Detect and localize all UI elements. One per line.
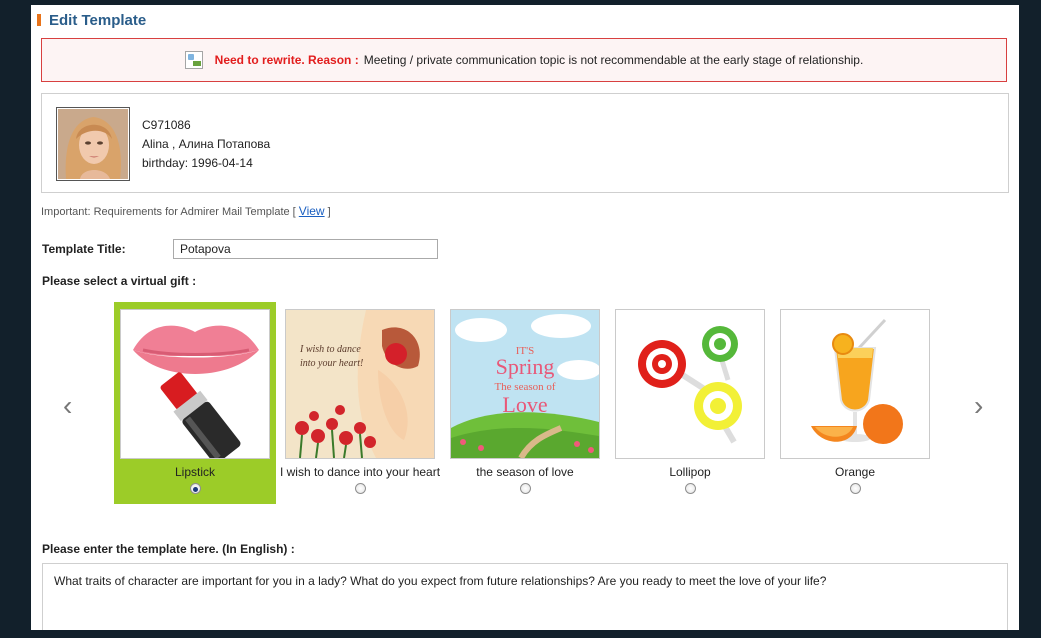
- gift-label: the season of love: [444, 464, 606, 496]
- view-requirements-link[interactable]: View: [299, 204, 325, 218]
- gift-name: Orange: [834, 465, 876, 479]
- profile-card: C971086 Alina , Алина Потапова birthday:…: [41, 93, 1009, 193]
- carousel-next-icon[interactable]: ›: [974, 390, 983, 422]
- gift-card-orange[interactable]: Orange: [774, 302, 936, 504]
- profile-birthday: birthday: 1996-04-14: [142, 156, 253, 170]
- gift-name: Lollipop: [669, 465, 711, 479]
- gift-image: [120, 309, 270, 459]
- gift-radio-dance-heart[interactable]: [354, 483, 366, 495]
- gift-label: I wish to dance into your heart: [279, 464, 441, 496]
- card-text-spring: Spring: [496, 354, 555, 379]
- requirements-text: Important: Requirements for Admirer Mail…: [41, 206, 296, 218]
- edit-template-panel: Edit Template Need to rewrite. Reason : …: [31, 5, 1019, 630]
- rewrite-alert: Need to rewrite. Reason : Meeting / priv…: [41, 38, 1007, 82]
- card-text-line2: into your heart!: [300, 358, 363, 369]
- gift-radio-season-love[interactable]: [519, 483, 531, 495]
- gift-radio-lollipop[interactable]: [684, 483, 696, 495]
- gift-label: Orange: [774, 464, 936, 496]
- profile-details: C971086 Alina , Алина Потапова birthday:…: [142, 116, 270, 173]
- gift-image: [615, 309, 765, 459]
- avatar-photo: [58, 109, 128, 179]
- gift-name: the season of love: [476, 465, 574, 479]
- template-title-label: Template Title:: [42, 242, 126, 256]
- gift-card-lollipop[interactable]: Lollipop: [609, 302, 771, 504]
- requirements-note: Important: Requirements for Admirer Mail…: [41, 204, 331, 218]
- gift-card-lipstick[interactable]: Lipstick: [114, 302, 276, 504]
- card-text-line1: I wish to dance: [299, 344, 361, 355]
- gift-radio-orange[interactable]: [849, 483, 861, 495]
- gift-name: Lipstick: [174, 465, 215, 479]
- gift-label: Lollipop: [609, 464, 771, 496]
- gift-radio-lipstick[interactable]: [189, 483, 201, 495]
- profile-name: Alina , Алина Потапова: [142, 137, 271, 151]
- template-text-label: Please enter the template here. (In Engl…: [42, 542, 295, 556]
- broken-image-icon: [184, 51, 203, 69]
- carousel-prev-icon[interactable]: ‹: [63, 390, 72, 422]
- gift-image: IT'S Spring The season of Love: [450, 309, 600, 459]
- dance-heart-card-icon: I wish to dance into your heart!: [286, 310, 434, 458]
- alert-message: Meeting / private communication topic is…: [363, 53, 864, 67]
- template-title-input[interactable]: [173, 239, 438, 259]
- gift-image: I wish to dance into your heart!: [285, 309, 435, 459]
- spring-card-icon: IT'S Spring The season of Love: [451, 310, 599, 458]
- orange-juice-icon: [811, 318, 903, 444]
- gift-select-label: Please select a virtual gift :: [42, 274, 197, 288]
- section-header: Edit Template: [37, 11, 146, 29]
- gift-label: Lipstick: [114, 464, 276, 496]
- template-textarea[interactable]: What traits of character are important f…: [42, 563, 1008, 630]
- page-title: Edit Template: [49, 11, 147, 29]
- gift-card-season-love[interactable]: IT'S Spring The season of Love the seaso…: [444, 302, 606, 504]
- requirements-close: ]: [327, 206, 331, 218]
- lipstick-icon: [133, 325, 259, 458]
- title-accent-bar: [37, 14, 41, 26]
- gift-card-dance-heart[interactable]: I wish to dance into your heart! I wish …: [279, 302, 441, 504]
- card-text-love: Love: [502, 392, 547, 417]
- gift-name: I wish to dance into your heart: [279, 465, 441, 479]
- alert-label: Need to rewrite. Reason :: [214, 53, 359, 67]
- lollipop-icon: [638, 326, 742, 444]
- profile-id: C971086: [142, 118, 191, 132]
- gift-image: [780, 309, 930, 459]
- avatar: [56, 107, 130, 181]
